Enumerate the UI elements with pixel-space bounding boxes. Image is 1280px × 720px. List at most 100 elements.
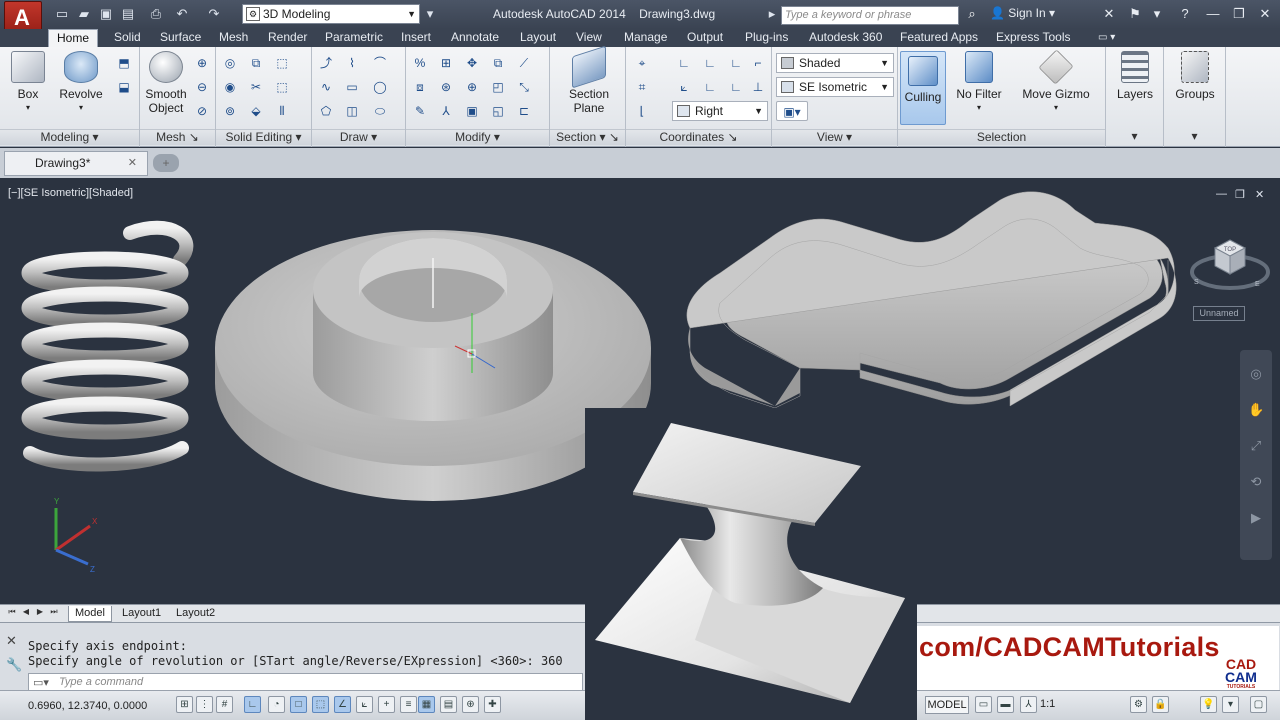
search-binoculars-icon[interactable]: ⌕	[962, 6, 982, 25]
annotation-scale-icon[interactable]: ⅄	[1020, 696, 1037, 713]
save-icon[interactable]: ▣	[98, 6, 114, 22]
ortho-mode-icon[interactable]: ∟	[244, 696, 261, 713]
quick-view-layouts-icon[interactable]: ▭	[975, 696, 992, 713]
annotation-monitor-icon[interactable]: ✚	[484, 696, 501, 713]
stretch-icon[interactable]: ⤡	[514, 77, 534, 97]
ucs-world-icon[interactable]: ∟	[674, 53, 694, 73]
chevron-right-icon[interactable]: ▸	[764, 6, 780, 22]
panel-title-solid-editing[interactable]: Solid Editing ▾	[216, 129, 311, 145]
revolve-button[interactable]: Revolve ▾	[56, 51, 106, 123]
smooth-object-button[interactable]: Smooth Object	[142, 51, 190, 123]
polar-tracking-icon[interactable]: ◔	[268, 696, 285, 713]
document-tab[interactable]: Drawing3* ✕	[4, 151, 148, 176]
command-prompt-icon[interactable]: ▭▾	[33, 675, 49, 691]
region-icon[interactable]: ◫	[342, 101, 362, 121]
command-input[interactable]: ▭▾ Type a command	[28, 673, 583, 691]
tab-solid[interactable]: Solid	[114, 29, 141, 47]
refine-mesh-icon[interactable]: ⊘	[192, 101, 212, 121]
pan-hand-icon[interactable]: ✋	[1248, 402, 1264, 418]
isolate-objects-icon[interactable]: 💡	[1200, 696, 1217, 713]
exchange-apps-icon[interactable]: ✕	[1100, 5, 1118, 23]
tab-view[interactable]: View	[576, 29, 602, 47]
workspace-select[interactable]: ⚙ 3D Modeling ▼	[242, 4, 420, 24]
search-input[interactable]: Type a keyword or phrase	[781, 6, 959, 25]
ucs-extra-icon[interactable]: ⌐	[748, 53, 768, 73]
grid-display-icon[interactable]: #	[216, 696, 233, 713]
mirror-icon[interactable]: ⧈	[410, 77, 430, 97]
showmotion-icon[interactable]: ▶	[1248, 510, 1264, 526]
new-drawing-tab-button[interactable]: +	[153, 154, 179, 172]
quick-view-drawings-icon[interactable]: ▬	[997, 696, 1014, 713]
culling-button[interactable]: Culling	[900, 51, 946, 125]
no-filter-button[interactable]: No Filter ▾	[952, 51, 1006, 123]
dynamic-input-icon[interactable]: +	[378, 696, 395, 713]
thicken-icon[interactable]: ⬙	[246, 101, 266, 121]
print-icon[interactable]: ⎙	[148, 6, 164, 22]
tab-insert[interactable]: Insert	[401, 29, 431, 47]
intersect-icon[interactable]: ⊚	[220, 101, 240, 121]
smooth-more-icon[interactable]: ⊕	[192, 53, 212, 73]
tab-layout[interactable]: Layout	[520, 29, 556, 47]
lineweight-icon[interactable]: ≡	[400, 696, 417, 713]
polygon-icon[interactable]: ⬠	[316, 101, 336, 121]
first-layout-icon[interactable]: ⏮	[6, 607, 18, 620]
rectangle-icon[interactable]: ▭	[342, 77, 362, 97]
new-file-icon[interactable]: ▭	[54, 6, 70, 22]
move-icon[interactable]: ✥	[462, 53, 482, 73]
ucs-y-icon[interactable]: ∟	[700, 77, 720, 97]
copy-icon[interactable]: ⧉	[488, 53, 508, 73]
tab-manage[interactable]: Manage	[624, 29, 667, 47]
tab-plug-ins[interactable]: Plug-ins	[745, 29, 788, 47]
next-layout-icon[interactable]: ▶	[34, 607, 46, 620]
ucs-view-icon[interactable]: ∟	[726, 77, 746, 97]
object-snap-icon[interactable]: □	[290, 696, 307, 713]
zoom-icon[interactable]: ⤢	[1248, 438, 1264, 454]
tab-mesh[interactable]: Mesh	[219, 29, 248, 47]
subtract-icon[interactable]: ◉	[220, 77, 240, 97]
helix-spring[interactable]	[21, 220, 194, 472]
ucs-z-icon[interactable]: ⊥	[748, 77, 768, 97]
ucs-menu[interactable]: Unnamed	[1193, 306, 1245, 321]
ucs-face-icon[interactable]: ⟀	[674, 77, 694, 97]
line-icon[interactable]: ⤴	[316, 53, 336, 73]
section-plane-button[interactable]: Section Plane	[562, 45, 616, 123]
last-layout-icon[interactable]: ⏭	[48, 607, 60, 620]
ucs-icon[interactable]: ⌖	[632, 53, 652, 73]
quick-access-customize-icon[interactable]: ▾	[422, 6, 438, 22]
workspace-switching-icon[interactable]: ⚙	[1130, 696, 1147, 713]
extract-edges-icon[interactable]: ⧉	[246, 53, 266, 73]
model-space-button[interactable]: MODEL	[925, 696, 969, 714]
tab-express-tools[interactable]: Express Tools	[996, 29, 1070, 47]
cursor-coordinates[interactable]: 0.6960, 12.3740, 0.0000	[28, 700, 147, 712]
union-icon[interactable]: ◎	[220, 53, 240, 73]
panel-title-selection[interactable]: Selection	[898, 129, 1105, 145]
panel-title-modeling[interactable]: Modeling ▾	[0, 129, 139, 145]
undo-icon[interactable]: ↶	[174, 6, 190, 22]
named-ucs-select[interactable]: Right ▼	[672, 101, 768, 121]
tab-parametric[interactable]: Parametric	[325, 29, 383, 47]
clean-screen-icon[interactable]: ▢	[1250, 696, 1267, 713]
tab-render[interactable]: Render	[268, 29, 307, 47]
erase-icon[interactable]: ✎	[410, 101, 430, 121]
panel-title-coordinates[interactable]: Coordinates ↘	[626, 129, 771, 145]
trim-icon[interactable]: ⟋	[514, 53, 534, 73]
selection-cycling-icon[interactable]: ⊕	[462, 696, 479, 713]
close-command-icon[interactable]: ✕	[6, 633, 22, 649]
slice-icon[interactable]: ✂	[246, 77, 266, 97]
panel-title-modify[interactable]: Modify ▾	[406, 129, 549, 145]
box-button[interactable]: Box ▾	[6, 51, 50, 123]
extrude-faces-icon[interactable]: ⬚	[272, 53, 292, 73]
minimize-icon[interactable]: —	[1204, 5, 1222, 23]
spline-icon[interactable]: ∿	[316, 77, 336, 97]
infer-constraints-icon[interactable]: ⊞	[176, 696, 193, 713]
snap-mode-icon[interactable]: ⋮	[196, 696, 213, 713]
tab-annotate[interactable]: Annotate	[451, 29, 499, 47]
ribbon-minimize-icon[interactable]: ▭ ▾	[1098, 29, 1115, 47]
ucs-previous-icon[interactable]: ⌗	[632, 77, 652, 97]
explode-icon[interactable]: ◱	[488, 101, 508, 121]
sign-in-button[interactable]: 👤 Sign In ▾	[990, 6, 1055, 20]
3d-object-snap-icon[interactable]: ⬚	[312, 696, 329, 713]
tab-model[interactable]: Model	[68, 606, 112, 622]
close-icon[interactable]: ✕	[1256, 5, 1274, 23]
extrude-icon[interactable]: ⬒	[114, 53, 134, 73]
